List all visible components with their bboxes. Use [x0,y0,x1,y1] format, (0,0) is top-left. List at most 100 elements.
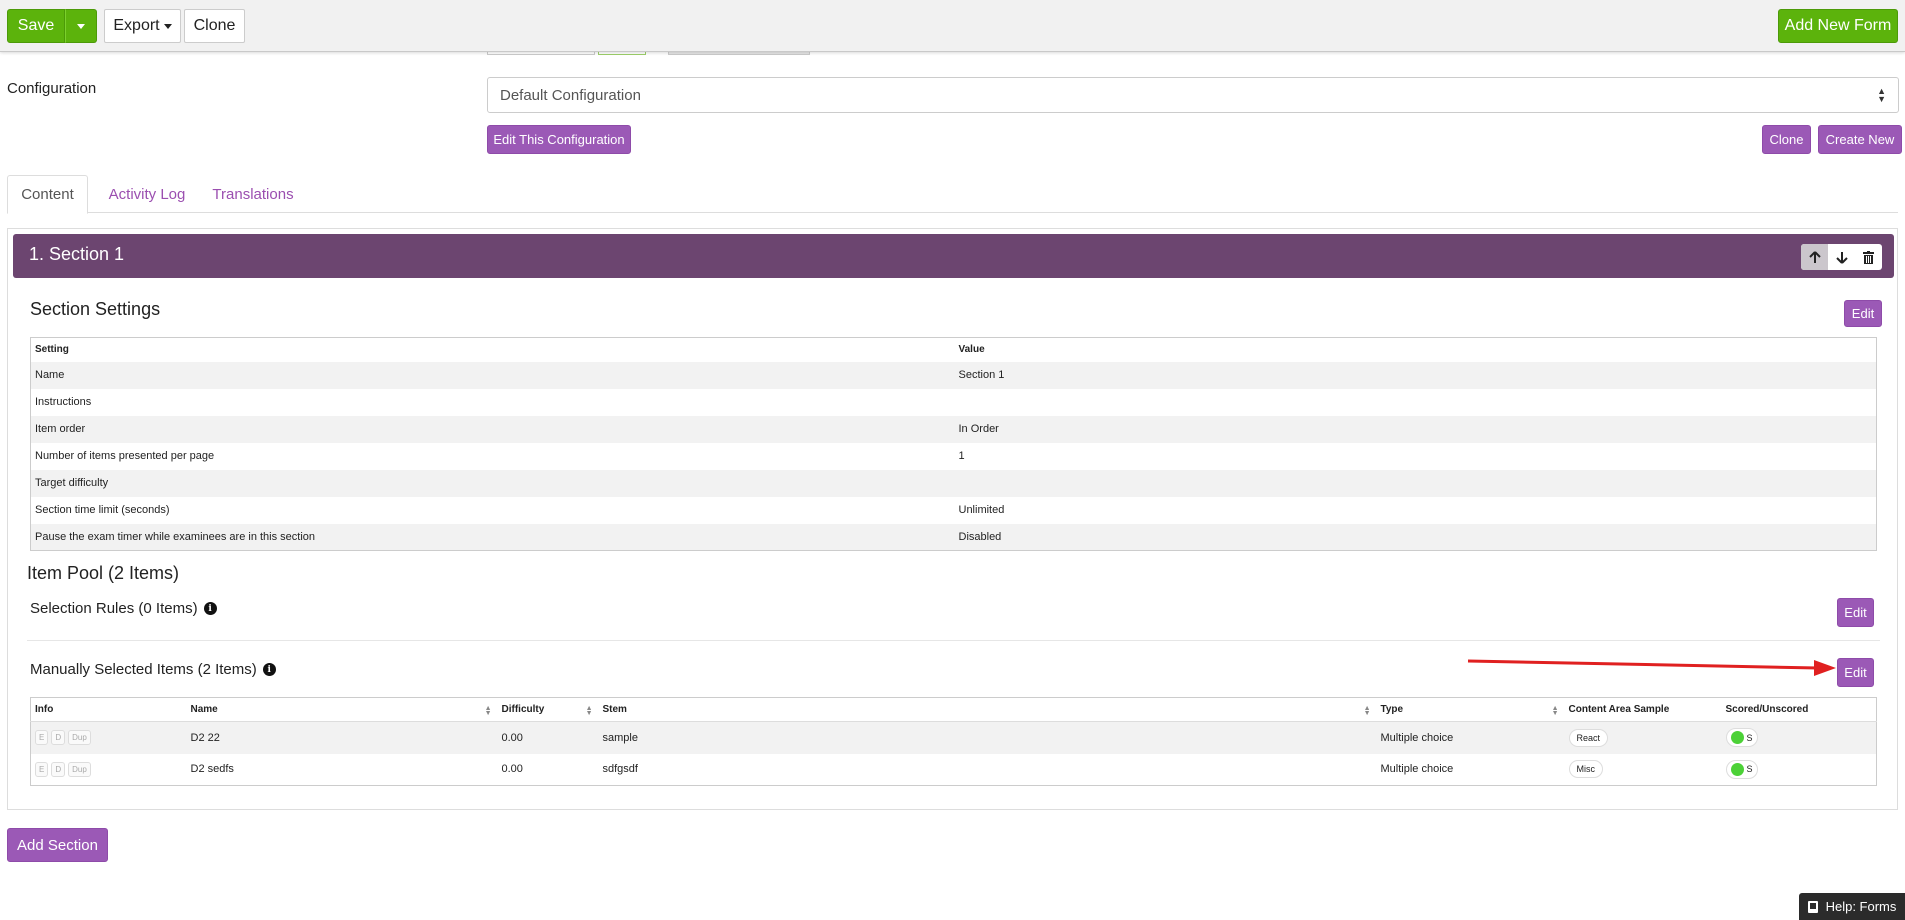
clone-configuration-button[interactable]: Clone [1762,125,1811,154]
column-header: Setting [35,344,69,356]
manually-selected-heading: Manually Selected Items (2 Items) i [30,661,276,678]
scored-label: S [1746,764,1753,775]
delete-item-button[interactable]: D [51,761,66,777]
content-area-cell: Misc [1565,754,1722,786]
add-section-button[interactable]: Add Section [7,828,108,862]
item-stem: sdfgsdf [602,763,638,776]
help-forms-button[interactable]: Help: Forms [1799,893,1905,920]
scored-toggle[interactable]: S [1725,728,1758,748]
trash-icon [1863,250,1874,264]
table-row: E D Dup D2 22 0.00 sample Multiple choice … [30,721,1877,754]
edit-section-settings-button[interactable]: Edit [1844,300,1882,327]
column-header-label: Scored/Unscored [1725,704,1809,715]
section-title: 1. Section 1 [29,244,125,264]
scored-toggle[interactable]: S [1725,759,1758,779]
setting-value: Disabled [954,523,1877,551]
setting-name: Item order [30,415,955,443]
export-button[interactable]: Export [104,9,181,43]
column-header-info: Info [30,697,187,722]
section-header-actions [1801,244,1882,270]
tab-content[interactable]: Content [7,175,88,214]
divider [27,640,1880,641]
arrow-down-icon [1835,251,1848,264]
tab-activity-log[interactable]: Activity Log [97,175,197,214]
table-row: Section time limit (seconds) Unlimited [31,497,1877,524]
setting-name: Section time limit (seconds) [35,504,170,516]
save-dropdown-button[interactable] [65,9,97,43]
edit-selection-rules-button[interactable]: Edit [1837,598,1874,627]
duplicate-item-button[interactable]: Dup [68,761,91,777]
table-row: Target difficulty [30,469,1877,497]
caret-down-icon [163,23,172,29]
info-cell: E D Dup [31,754,187,786]
caret-down-icon [77,23,85,29]
column-header-scored: Scored/Unscored [1721,697,1877,722]
delete-item-button[interactable]: D [51,730,66,746]
table-row: Item order In Order [30,415,1877,443]
column-header-difficulty[interactable]: Difficulty ▲ ▼ [497,697,599,722]
table-row: Instructions [31,389,1877,416]
setting-name: Pause the exam timer while examinees are… [30,523,955,551]
info-icon[interactable]: i [203,602,217,615]
item-name: D2 sedfs [190,763,234,776]
column-header-label: Stem [602,704,627,715]
edit-manual-items-button[interactable]: Edit [1837,658,1874,687]
manually-selected-label: Manually Selected Items (2 Items) [30,661,257,678]
top-toolbar: Save Export Clone Add New Form [0,0,1905,52]
configuration-select[interactable]: Default Configuration ▲ ▼ [487,77,1899,113]
info-cell: E D Dup [30,721,187,754]
section-header: 1. Section 1 [13,234,1894,278]
setting-value [955,389,1877,416]
setting-value: Unlimited [958,504,1005,516]
export-label: Export [113,17,160,34]
selection-rules-label: Selection Rules (0 Items) [30,600,198,617]
configuration-selected-value: Default Configuration [500,86,641,104]
column-header: Value [958,344,985,356]
selection-rules-heading: Selection Rules (0 Items) i [30,600,217,617]
scored-cell: S [1721,721,1877,754]
column-header-stem[interactable]: Stem ▲ ▼ [598,697,1377,722]
column-header-label: Type [1380,704,1404,715]
sort-icon: ▲ ▼ [585,705,593,717]
add-new-form-button[interactable]: Add New Form [1778,9,1898,43]
duplicate-item-button[interactable]: Dup [68,730,91,746]
book-icon [1807,900,1818,913]
item-pool-heading: Item Pool (2 Items) [27,563,180,583]
edit-item-button[interactable]: E [35,761,49,777]
column-header-label: Name [190,704,218,715]
info-icon[interactable]: i [262,663,276,676]
column-header-content-area: Content Area Sample [1564,697,1722,722]
help-label: Help: Forms [1825,899,1897,914]
content-area-cell: React [1564,721,1722,754]
column-header-label: Content Area Sample [1568,704,1670,715]
column-header-name[interactable]: Name ▲ ▼ [186,697,498,722]
sort-icon: ▲ ▼ [484,705,492,717]
move-up-button[interactable] [1801,244,1828,270]
tab-bar: Content Activity Log Translations [7,175,1898,214]
tab-translations[interactable]: Translations [203,175,303,214]
delete-section-button[interactable] [1855,244,1882,270]
item-type: Multiple choice [1380,763,1454,776]
item-name: D2 22 [186,721,498,754]
setting-value [954,469,1877,497]
setting-name: Target difficulty [30,469,955,497]
setting-value: In Order [954,415,1877,443]
column-header-label: Info [35,704,54,715]
scored-dot-icon [1730,731,1744,745]
edit-item-button[interactable]: E [35,730,49,746]
clone-form-button[interactable]: Clone [184,9,245,43]
setting-value: Section 1 [954,361,1877,389]
setting-name: Instructions [35,396,92,408]
sort-icon: ▲ ▼ [1363,705,1371,717]
item-difficulty: 0.00 [497,721,599,754]
section-settings-table: Setting Value Name Section 1 Instruction… [30,337,1877,551]
setting-value: 1 [958,450,965,462]
setting-name: Number of items presented per page [35,450,215,462]
save-button[interactable]: Save [7,9,65,43]
column-header-type[interactable]: Type ▲ ▼ [1376,697,1565,722]
setting-name: Name [30,361,955,389]
edit-configuration-button[interactable]: Edit This Configuration [487,125,631,154]
move-down-button[interactable] [1828,244,1855,270]
table-row: Name Section 1 [30,361,1877,389]
create-new-configuration-button[interactable]: Create New [1818,125,1902,154]
